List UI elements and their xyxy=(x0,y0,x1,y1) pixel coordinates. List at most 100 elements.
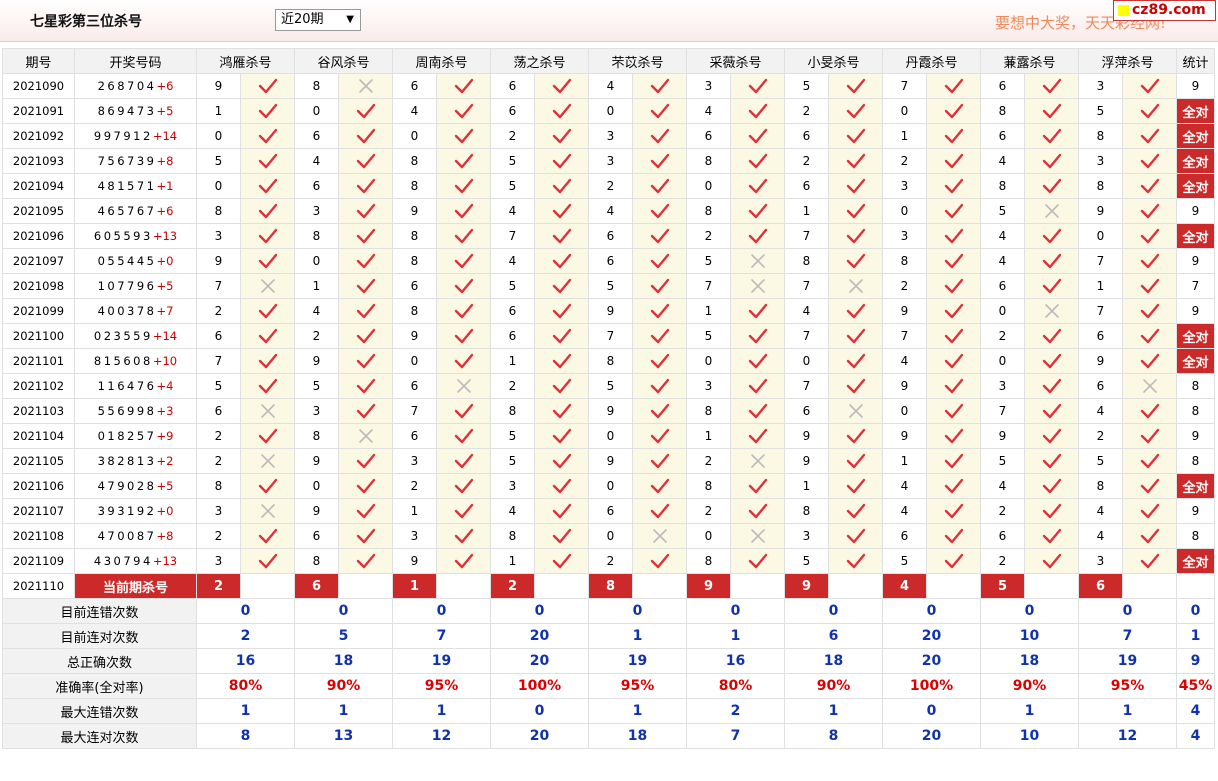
kill-number-cell: 9 xyxy=(294,498,339,524)
period-select[interactable]: 近20期 ▼ xyxy=(275,9,361,31)
correct-mark-cell xyxy=(240,473,295,499)
draw-numbers-cell: 997912+14 xyxy=(74,123,197,149)
current-kill-blank xyxy=(1024,573,1079,599)
kill-number-cell: 8 xyxy=(686,548,731,574)
kill-number-cell: 7 xyxy=(1078,298,1123,324)
draw-plus-number: +3 xyxy=(156,404,174,418)
current-kill-blank xyxy=(632,573,687,599)
correct-mark-cell xyxy=(730,348,785,374)
kill-number-cell: 5 xyxy=(490,448,535,474)
draw-numbers: 055445 xyxy=(97,254,157,268)
stat-row: 总正确次数 16 18 19 20 19 16 18 20 18 19 9 xyxy=(2,648,1215,674)
wrong-mark-cell xyxy=(240,498,295,524)
kill-number-cell: 1 xyxy=(196,98,241,124)
kill-number-cell: 5 xyxy=(686,248,731,274)
stat-value: 1 xyxy=(294,698,393,724)
stat-row: 最大连错次数 1 1 1 0 1 2 1 0 1 1 4 xyxy=(2,698,1215,724)
check-icon xyxy=(944,353,963,369)
issue-cell: 2021108 xyxy=(2,523,75,549)
table-row: 2021094 481571+1 0 6 8 5 2 0 6 3 8 8 全对 xyxy=(2,173,1215,199)
table-row: 2021104 018257+9 2 8 6 5 0 1 9 9 9 2 9 xyxy=(2,423,1215,449)
check-icon xyxy=(650,78,669,94)
kill-number-cell: 0 xyxy=(1078,223,1123,249)
correct-mark-cell xyxy=(534,273,589,299)
check-icon xyxy=(1140,278,1159,294)
draw-plus-number: +10 xyxy=(152,354,178,368)
cross-icon xyxy=(1044,304,1059,318)
kill-number-cell: 5 xyxy=(686,323,731,349)
draw-numbers: 400378 xyxy=(97,304,157,318)
correct-mark-cell xyxy=(1024,223,1079,249)
kill-number-cell: 8 xyxy=(588,348,633,374)
kill-number-cell: 9 xyxy=(882,423,927,449)
check-icon xyxy=(944,503,963,519)
correct-mark-cell xyxy=(1024,248,1079,274)
draw-numbers-cell: 479028+5 xyxy=(74,473,197,499)
check-icon xyxy=(1042,353,1061,369)
cross-icon xyxy=(260,454,275,468)
correct-mark-cell xyxy=(534,548,589,574)
correct-mark-cell xyxy=(338,198,393,224)
check-icon xyxy=(1042,253,1061,269)
stat-value: 20 xyxy=(490,648,589,674)
kill-number-cell: 6 xyxy=(1078,373,1123,399)
kill-number-cell: 0 xyxy=(588,473,633,499)
correct-mark-cell xyxy=(1122,148,1177,174)
row-stat-cell: 8 xyxy=(1176,398,1215,424)
check-icon xyxy=(650,503,669,519)
check-icon xyxy=(1042,153,1061,169)
correct-mark-cell xyxy=(730,398,785,424)
kill-number-cell: 6 xyxy=(784,173,829,199)
kill-number-cell: 1 xyxy=(784,198,829,224)
check-icon xyxy=(944,378,963,394)
site-logo[interactable]: cz89.com xyxy=(1113,0,1216,21)
correct-mark-cell xyxy=(1024,523,1079,549)
check-icon xyxy=(846,353,865,369)
correct-mark-cell xyxy=(926,448,981,474)
issue-cell: 2021096 xyxy=(2,223,75,249)
kill-number-cell: 6 xyxy=(686,123,731,149)
check-icon xyxy=(552,103,571,119)
kill-number-cell: 5 xyxy=(1078,448,1123,474)
check-icon xyxy=(356,353,375,369)
correct-mark-cell xyxy=(338,98,393,124)
current-kill-number: 1 xyxy=(392,573,437,599)
correct-mark-cell xyxy=(436,523,491,549)
correct-mark-cell xyxy=(632,123,687,149)
correct-mark-cell xyxy=(632,73,687,99)
kill-number-cell: 5 xyxy=(588,373,633,399)
kill-number-cell: 3 xyxy=(294,398,339,424)
current-kill-blank xyxy=(828,573,883,599)
kill-number-cell: 3 xyxy=(980,373,1025,399)
correct-mark-cell xyxy=(828,198,883,224)
check-icon xyxy=(748,503,767,519)
kill-number-cell: 5 xyxy=(490,148,535,174)
row-stat-cell: 9 xyxy=(1176,198,1215,224)
kill-number-cell: 8 xyxy=(686,473,731,499)
check-icon xyxy=(748,378,767,394)
col-header-expert: 小旻杀号 xyxy=(784,48,883,74)
check-icon xyxy=(1140,178,1159,194)
stat-value: 0 xyxy=(196,598,295,624)
check-icon xyxy=(454,303,473,319)
correct-mark-cell xyxy=(1122,198,1177,224)
kill-number-cell: 8 xyxy=(196,473,241,499)
draw-numbers: 605593 xyxy=(93,229,153,243)
cross-icon xyxy=(260,279,275,293)
check-icon xyxy=(356,453,375,469)
draw-numbers: 556998 xyxy=(97,404,157,418)
correct-mark-cell xyxy=(240,98,295,124)
draw-numbers: 116476 xyxy=(97,379,157,393)
check-icon xyxy=(846,203,865,219)
correct-mark-cell xyxy=(1024,73,1079,99)
check-icon xyxy=(748,428,767,444)
row-stat-cell: 9 xyxy=(1176,423,1215,449)
kill-number-cell: 2 xyxy=(686,223,731,249)
kill-number-cell: 6 xyxy=(784,123,829,149)
kill-number-cell: 5 xyxy=(490,173,535,199)
correct-mark-cell xyxy=(436,448,491,474)
check-icon xyxy=(552,453,571,469)
stat-label: 总正确次数 xyxy=(2,648,197,674)
row-stat-cell: 7 xyxy=(1176,273,1215,299)
check-icon xyxy=(258,528,277,544)
